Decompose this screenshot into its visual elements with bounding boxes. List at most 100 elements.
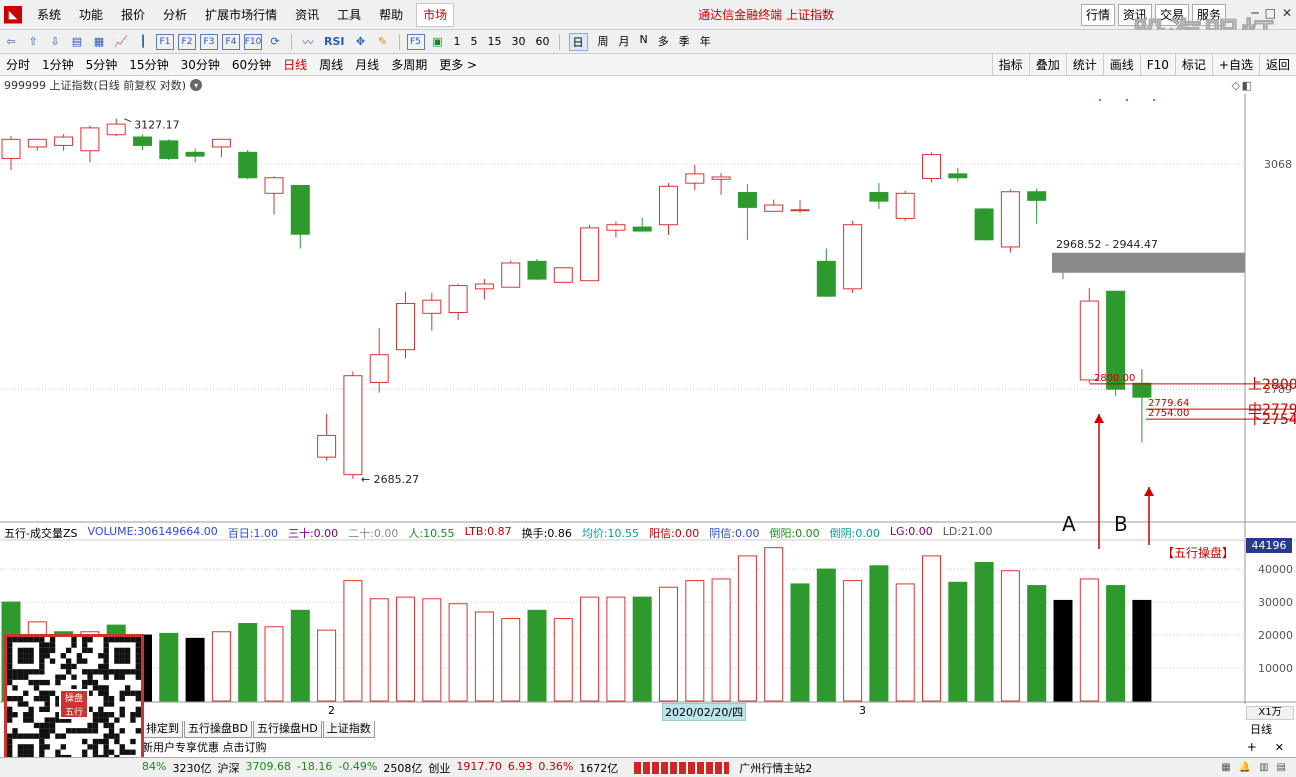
arrow-down-icon[interactable]: ⇩	[46, 33, 64, 51]
candle-7[interactable]	[185, 148, 205, 163]
candle-24[interactable]	[632, 217, 652, 232]
period-button-0[interactable]: 日	[568, 32, 588, 51]
chart-icon[interactable]: ▥	[1259, 762, 1268, 773]
bell-icon[interactable]: 🔔	[1239, 762, 1251, 773]
period-button-3[interactable]: N	[640, 33, 648, 51]
f4-icon[interactable]: F4	[222, 33, 240, 50]
period-tab-7[interactable]: 周线	[313, 56, 349, 73]
period-tab-5[interactable]: 60分钟	[226, 56, 277, 73]
candle-14[interactable]	[369, 328, 389, 393]
candle-37[interactable]	[974, 208, 994, 241]
period-right-2[interactable]: 统计	[1065, 53, 1103, 76]
plus-icon[interactable]: +	[1247, 740, 1257, 754]
f2-icon[interactable]: F2	[178, 33, 196, 50]
candle-21[interactable]	[553, 266, 573, 284]
panel-icon[interactable]: ◧	[1242, 79, 1252, 92]
candle-32[interactable]	[843, 220, 863, 293]
period-right-6[interactable]: +自选	[1211, 53, 1259, 76]
candle-16[interactable]	[422, 292, 442, 331]
close-icon[interactable]: ✕	[1282, 6, 1292, 20]
period-right-3[interactable]: 画线	[1102, 53, 1140, 76]
candle-17[interactable]	[448, 283, 468, 320]
period-tab-0[interactable]: 分时	[0, 56, 36, 73]
candle-11[interactable]	[290, 184, 310, 249]
period-tab-4[interactable]: 30分钟	[175, 56, 226, 73]
arrow-left-icon[interactable]: ⇦	[2, 33, 20, 51]
menu-item-2[interactable]: 报价	[112, 0, 154, 30]
candle-33[interactable]	[869, 183, 889, 209]
minute-button-5[interactable]: 5	[471, 35, 478, 48]
grid-icon[interactable]: ▦	[1221, 762, 1230, 773]
candle-29[interactable]	[764, 199, 784, 213]
minute-button-30[interactable]: 30	[512, 35, 526, 48]
period-right-1[interactable]: 叠加	[1028, 53, 1066, 76]
bottom-tab-2[interactable]: 五行操盘HD	[253, 720, 322, 738]
period-button-5[interactable]: 季	[679, 33, 690, 51]
price-chart[interactable]: 30682789 40000300002000010000 3127.17← 2…	[0, 94, 1296, 720]
candle-15[interactable]	[396, 292, 415, 359]
candle-18[interactable]	[474, 279, 494, 300]
candle-23[interactable]	[606, 221, 626, 238]
rsi-button[interactable]: RSI	[324, 35, 345, 48]
candle-38[interactable]	[1000, 189, 1020, 253]
indicator-icon[interactable]: 〰	[299, 33, 317, 51]
f5-button[interactable]: F5	[406, 33, 425, 50]
period-tab-1[interactable]: 1分钟	[36, 56, 80, 73]
period-right-7[interactable]: 返回	[1258, 53, 1296, 76]
candle-icon[interactable]: ┃	[134, 33, 152, 51]
bottom-tab-1[interactable]: 五行操盘BD	[184, 720, 253, 738]
f10-icon[interactable]: F10	[244, 33, 262, 50]
maximize-icon[interactable]: □	[1265, 6, 1276, 20]
table-icon[interactable]: ▦	[90, 33, 108, 51]
candle-28[interactable]	[737, 183, 757, 240]
minute-button-15[interactable]: 15	[488, 35, 502, 48]
candle-12[interactable]	[317, 413, 337, 461]
period-tab-3[interactable]: 15分钟	[123, 56, 174, 73]
bottom-tab-3[interactable]: 上证指数	[322, 720, 375, 738]
minimize-icon[interactable]: ─	[1251, 6, 1258, 20]
menu-item-0[interactable]: 系统	[28, 0, 70, 30]
image-icon[interactable]: ▣	[429, 33, 447, 51]
period-tab-6[interactable]: 日线	[277, 56, 313, 73]
f1-icon[interactable]: F1	[156, 33, 174, 50]
period-right-5[interactable]: 标记	[1174, 53, 1212, 76]
menu-market[interactable]: 市场	[416, 2, 455, 27]
promo-link[interactable]: 新用户专享优惠 点击订购	[142, 739, 267, 755]
candle-34[interactable]	[895, 190, 915, 221]
candle-41[interactable]	[1079, 288, 1099, 384]
candle-27[interactable]	[711, 173, 731, 195]
candle-9[interactable]	[238, 150, 258, 180]
settings-icon[interactable]: ▤	[1277, 762, 1286, 773]
minute-button-60[interactable]: 60	[536, 35, 550, 48]
period-tab-10[interactable]: 更多 >	[433, 56, 483, 73]
app-logo-icon[interactable]: ◣	[4, 5, 22, 24]
candle-22[interactable]	[580, 224, 600, 282]
candle-6[interactable]	[159, 139, 179, 160]
candle-39[interactable]	[1027, 188, 1047, 224]
menu-item-3[interactable]: 分析	[154, 0, 196, 30]
period-tab-2[interactable]: 5分钟	[80, 56, 124, 73]
menu-item-4[interactable]: 扩展市场行情	[196, 0, 286, 30]
volume-indicator-name[interactable]: 五行-成交量ZS	[4, 525, 78, 541]
candle-20[interactable]	[527, 258, 547, 280]
line-chart-icon[interactable]: 📈	[112, 33, 130, 51]
refresh-icon[interactable]: ⟳	[266, 33, 284, 51]
period-tab-9[interactable]: 多周期	[385, 56, 433, 73]
menu-right-button-0[interactable]: 行情	[1080, 3, 1115, 26]
arrow-up-icon[interactable]: ⇧	[24, 33, 42, 51]
chevron-down-icon[interactable]: ▾	[190, 79, 203, 91]
candle-0[interactable]	[1, 136, 21, 171]
close-panel-icon[interactable]: ✕	[1275, 741, 1284, 754]
minute-button-1[interactable]: 1	[454, 35, 461, 48]
menu-item-7[interactable]: 帮助	[370, 0, 412, 30]
period-tab-8[interactable]: 月线	[349, 56, 385, 73]
move-icon[interactable]: ✥	[352, 33, 370, 51]
candle-31[interactable]	[816, 248, 836, 297]
diamond-icon[interactable]: ◇	[1232, 79, 1240, 92]
candle-2[interactable]	[54, 133, 74, 151]
candle-3[interactable]	[80, 125, 100, 163]
period-right-4[interactable]: F10	[1139, 53, 1175, 76]
quote-icon[interactable]: ▤	[68, 33, 86, 51]
candle-8[interactable]	[211, 138, 231, 157]
candle-10[interactable]	[264, 176, 284, 215]
